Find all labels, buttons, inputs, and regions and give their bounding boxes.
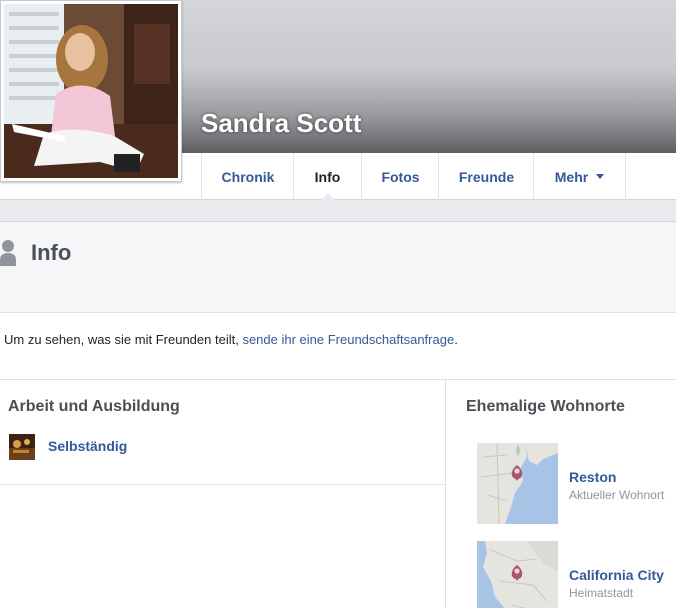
map-image bbox=[477, 443, 558, 524]
tab-chronik[interactable]: Chronik bbox=[201, 153, 294, 200]
work-icon[interactable] bbox=[9, 434, 35, 460]
tab-fotos[interactable]: Fotos bbox=[361, 153, 439, 200]
section-divider bbox=[0, 379, 676, 380]
friend-request-notice: Um zu sehen, was sie mit Freunden teilt,… bbox=[4, 332, 458, 347]
map-thumbnail[interactable] bbox=[477, 443, 558, 524]
info-header: Info bbox=[0, 222, 676, 313]
chevron-down-icon bbox=[596, 173, 605, 179]
place-type-label: Aktueller Wohnort bbox=[569, 488, 665, 502]
info-title: Info bbox=[31, 240, 72, 265]
tab-mehr-label: Mehr bbox=[554, 169, 589, 185]
tab-info[interactable]: Info bbox=[293, 153, 361, 201]
work-item-link[interactable]: Selbständig bbox=[48, 438, 127, 454]
tab-freunde[interactable]: Freunde bbox=[438, 153, 534, 200]
map-thumbnail[interactable] bbox=[477, 541, 558, 608]
profile-picture[interactable] bbox=[0, 0, 182, 182]
notice-suffix: . bbox=[454, 332, 458, 347]
profile-page: Sandra Scott Chronik Info Fotos Freunde … bbox=[0, 0, 676, 608]
profile-name[interactable]: Sandra Scott bbox=[201, 108, 361, 139]
info-card: Info Um zu sehen, was sie mit Freunden t… bbox=[0, 221, 676, 608]
places-section-title: Ehemalige Wohnorte bbox=[466, 398, 625, 415]
work-divider bbox=[0, 484, 445, 485]
column-divider bbox=[445, 380, 446, 608]
tab-mehr[interactable]: Mehr bbox=[533, 153, 626, 200]
map-image bbox=[477, 541, 558, 608]
place-name-link[interactable]: Reston bbox=[569, 469, 616, 485]
notice-text: Um zu sehen, was sie mit Freunden teilt, bbox=[4, 332, 243, 347]
place-name-link[interactable]: California City bbox=[569, 567, 664, 583]
profile-photo-image bbox=[4, 4, 178, 178]
friend-request-link[interactable]: sende ihr eine Freundschaftsanfrage bbox=[242, 332, 454, 347]
place-type-label: Heimatstadt bbox=[569, 586, 634, 600]
work-section-title: Arbeit und Ausbildung bbox=[8, 398, 180, 415]
person-icon bbox=[0, 240, 16, 266]
